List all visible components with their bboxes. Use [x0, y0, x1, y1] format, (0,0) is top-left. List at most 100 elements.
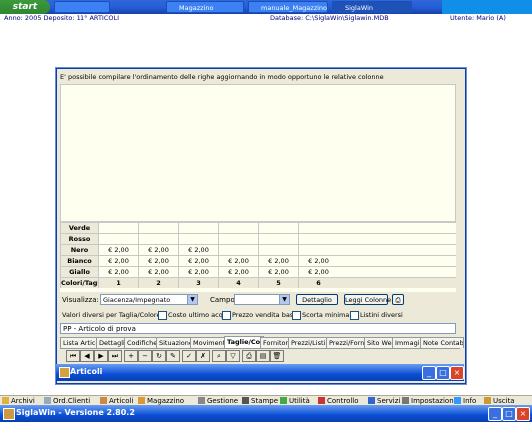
refresh-icon[interactable]: ↻ [152, 350, 166, 362]
grid-cell[interactable] [298, 234, 338, 244]
status-year: Anno: 2005 Deposito: 1 [4, 14, 81, 22]
grid-cell[interactable]: € 2,00 [98, 245, 138, 255]
grid-cell[interactable] [258, 234, 298, 244]
grid-row: Rosso [60, 233, 456, 244]
article-tabs: Lista Articoli Dettagli Codifiche Situaz… [60, 336, 464, 349]
grid-cell[interactable] [178, 234, 218, 244]
maximize-button[interactable]: □ [436, 366, 450, 380]
menu-label: Ord.Clienti [53, 397, 91, 405]
grid-cell[interactable] [138, 223, 178, 233]
tab-note-contabilita[interactable]: Note Contabilità [420, 337, 464, 348]
grid-cell[interactable]: € 2,00 [178, 256, 218, 266]
grid-header-corner: Colori/Taglie [60, 278, 98, 288]
grid-row: Bianco € 2,00 € 2,00 € 2,00 € 2,00 € 2,0… [60, 255, 456, 266]
save-icon[interactable]: ✓ [182, 350, 196, 362]
grid-cell[interactable] [218, 223, 258, 233]
settings-icon [402, 397, 409, 404]
print-icon[interactable]: ⎙ [242, 350, 256, 362]
option-checkbox-costo[interactable] [158, 311, 167, 320]
visualizza-value: Giacenza/Impegnato [103, 296, 171, 304]
tab-codifiche[interactable]: Codifiche [124, 337, 160, 348]
grid-cell[interactable] [178, 223, 218, 233]
visualizza-select[interactable]: Giacenza/Impegnato ▼ [100, 294, 198, 305]
option-label-prezzo: Prezzo vendita base [232, 311, 298, 319]
window-title: Articoli [70, 367, 103, 376]
grid-header-size: 6 [298, 278, 338, 288]
first-record-icon[interactable]: ⏮ [66, 350, 80, 362]
grid-cell[interactable]: € 2,00 [138, 256, 178, 266]
grid-row-label: Verde [60, 223, 98, 233]
next-record-icon[interactable]: ▶ [94, 350, 108, 362]
grid-cell[interactable]: € 2,00 [138, 245, 178, 255]
tab-prezzi-forn[interactable]: Prezzi/Forn. [326, 337, 368, 348]
option-checkbox-prezzo[interactable] [222, 311, 231, 320]
print-icon[interactable]: ⎙ [392, 294, 404, 305]
taskbar-item-magazzino[interactable]: Magazzino [166, 1, 244, 13]
grid-cell[interactable]: € 2,00 [298, 267, 338, 277]
grid-cell[interactable] [138, 234, 178, 244]
taskbar-item-siglawin[interactable]: SiglaWin [332, 1, 412, 13]
grid-cell[interactable]: € 2,00 [298, 256, 338, 266]
grid-cell[interactable] [98, 223, 138, 233]
menu-label: Utilità [289, 397, 310, 405]
menu-label: Controllo [327, 397, 359, 405]
grid-cell[interactable] [298, 245, 338, 255]
delete-record-icon[interactable]: − [138, 350, 152, 362]
grid-cell[interactable]: € 2,00 [98, 256, 138, 266]
grid-cell[interactable] [258, 245, 298, 255]
add-record-icon[interactable]: + [124, 350, 138, 362]
cancel-icon[interactable]: ✗ [196, 350, 210, 362]
option-checkbox-listini[interactable] [350, 311, 359, 320]
grid-cell[interactable] [298, 223, 338, 233]
grid-cell[interactable]: € 2,00 [178, 267, 218, 277]
grid-cell[interactable] [218, 245, 258, 255]
menu-label: Magazzino [147, 397, 185, 405]
option-checkbox-scorta[interactable] [292, 311, 301, 320]
grid-cell[interactable]: € 2,00 [218, 256, 258, 266]
menu-label: Info [463, 397, 477, 405]
taskbar-item-manuale[interactable]: manuale_Magazzino ... [248, 1, 328, 13]
app-icon [3, 408, 15, 420]
edit-icon[interactable]: ✎ [166, 350, 180, 362]
tab-taglie-colori[interactable]: Taglie/Colori [224, 336, 264, 348]
taskbar: start Magazzino manuale_Magazzino ... Si… [0, 0, 532, 14]
search-icon[interactable]: ⌕ [212, 350, 226, 362]
grid-row-label: Rosso [60, 234, 98, 244]
start-button[interactable]: start [0, 0, 50, 14]
grid-header-size: 1 [98, 278, 138, 288]
grid-cell[interactable] [98, 234, 138, 244]
close-button[interactable]: × [516, 407, 530, 421]
grid-cell[interactable]: € 2,00 [258, 267, 298, 277]
grid-cell[interactable] [258, 223, 298, 233]
grid-cell[interactable]: € 2,00 [258, 256, 298, 266]
maximize-button[interactable]: □ [502, 407, 516, 421]
minimize-button[interactable]: _ [488, 407, 502, 421]
dettaglio-button[interactable]: Dettaglio [296, 294, 338, 305]
last-record-icon[interactable]: ⏭ [108, 350, 122, 362]
grid-header-size: 3 [178, 278, 218, 288]
prev-record-icon[interactable]: ◀ [80, 350, 94, 362]
grid-cell[interactable]: € 2,00 [218, 267, 258, 277]
menu-label: Stampe [251, 397, 279, 405]
grid-cell[interactable]: € 2,00 [98, 267, 138, 277]
taskbar-quicklaunch[interactable] [54, 1, 110, 13]
info-note: E' possibile compilare l'ordinamento del… [60, 73, 384, 81]
tab-movimenti[interactable]: Movimenti [190, 337, 228, 348]
tab-lista-articoli[interactable]: Lista Articoli [60, 337, 98, 348]
grid-cell[interactable]: € 2,00 [138, 267, 178, 277]
minimize-button[interactable]: _ [422, 366, 436, 380]
grid-cell[interactable] [218, 234, 258, 244]
close-button[interactable]: × [450, 366, 464, 380]
campo-select[interactable]: ▼ [234, 294, 290, 305]
tools-icon [280, 397, 287, 404]
tab-prezzi-listini[interactable]: Prezzi/Listini [288, 337, 330, 348]
legenda-button[interactable]: Leggi Colonne [344, 294, 391, 305]
trash-icon[interactable]: 🗑 [270, 350, 284, 362]
article-code-field[interactable]: PP - Articolo di prova [60, 323, 456, 334]
export-icon[interactable]: ▤ [256, 350, 270, 362]
filter-icon[interactable]: ▽ [226, 350, 240, 362]
grid-row-label: Bianco [60, 256, 98, 266]
grid-cell[interactable]: € 2,00 [178, 245, 218, 255]
tab-situazione[interactable]: Situazione [156, 337, 194, 348]
option-label-listini: Listini diversi [360, 311, 403, 319]
